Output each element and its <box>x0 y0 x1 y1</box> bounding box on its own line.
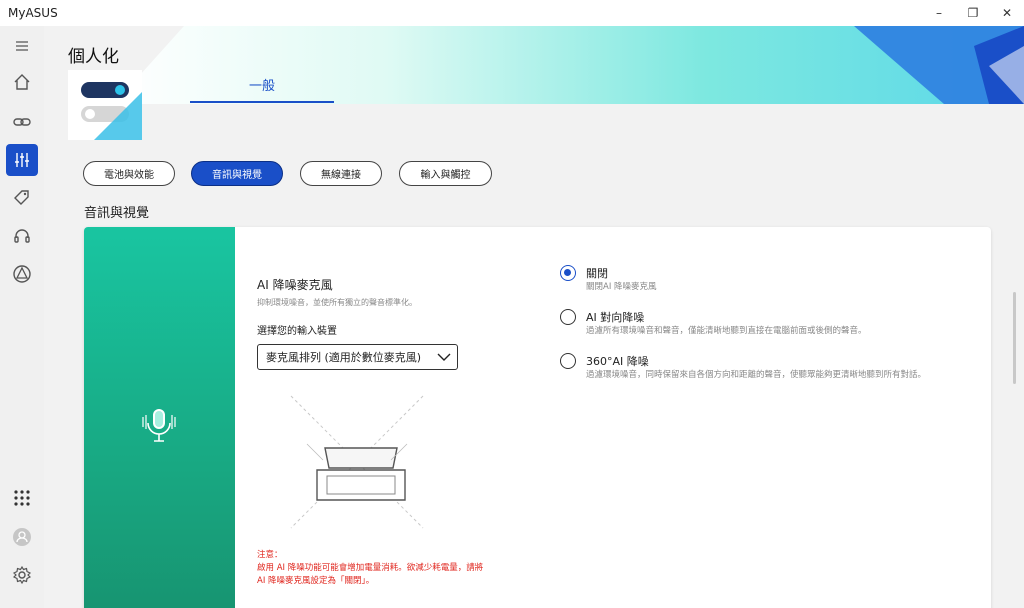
triangle-logo-icon <box>13 265 31 283</box>
category-wireless[interactable]: 無線連接 <box>300 161 382 186</box>
page-title: 個人化 <box>68 47 119 67</box>
category-audio-visual[interactable]: 音訊與視覺 <box>191 161 283 186</box>
sidebar-item-link[interactable] <box>6 106 38 138</box>
note-heading: 注意： <box>257 550 283 560</box>
apps-grid-icon <box>14 490 30 506</box>
radio-title-directional: AI 對向降噪 <box>586 311 645 324</box>
note-line-1: 啟用 AI 降噪功能可能會增加電量消耗。欲減少耗電量，請將 <box>257 563 484 573</box>
tag-icon <box>14 190 29 205</box>
window-controls: – ❐ ✕ <box>922 0 1024 26</box>
sidebar-item-account[interactable] <box>6 521 38 553</box>
account-icon <box>13 528 31 546</box>
app-title: MyASUS <box>8 6 58 20</box>
menu-icon <box>16 41 28 51</box>
toggle-illustration <box>68 70 142 140</box>
sidebar-item-recommend[interactable] <box>6 258 38 290</box>
vertical-scrollbar[interactable] <box>1013 292 1016 384</box>
home-icon <box>14 74 30 90</box>
chevron-down-icon <box>437 353 451 361</box>
customization-icon <box>15 153 29 167</box>
input-device-label: 選擇您的輸入裝置 <box>257 326 337 337</box>
maximize-button[interactable]: ❐ <box>956 0 990 26</box>
sidebar <box>0 26 44 608</box>
microphone-icon <box>142 409 176 442</box>
note-line-2: AI 降噪麥克風設定為「關閉」。 <box>257 576 375 586</box>
settings-icon <box>12 565 32 585</box>
input-device-value: 麥克風排列 (適用於數位麥克風) <box>266 351 422 364</box>
radio-circle-directional[interactable] <box>560 309 576 325</box>
sidebar-item-support[interactable] <box>6 220 38 252</box>
feature-description: 抑制環境噪音，並使所有獨立的聲音標準化。 <box>257 298 417 307</box>
tab-general-label: 一般 <box>248 79 275 94</box>
headset-icon <box>14 229 30 243</box>
minimize-button[interactable]: – <box>922 0 956 26</box>
menu-button[interactable] <box>6 30 38 62</box>
radio-desc-off: 關閉AI 降噪麥克風 <box>586 282 657 292</box>
card-accent-strip <box>84 227 235 608</box>
laptop-noise-illustration <box>290 395 424 529</box>
link-icon <box>13 118 31 126</box>
sidebar-item-customization[interactable] <box>6 144 38 176</box>
power-warning-note: 注意： 啟用 AI 降噪功能可能會增加電量消耗。欲減少耗電量，請將 AI 降噪麥… <box>257 549 483 588</box>
sidebar-item-settings[interactable] <box>6 559 38 591</box>
radio-title-360: 360°AI 降噪 <box>586 355 649 368</box>
feature-title: AI 降噪麥克風 <box>257 278 333 292</box>
tab-general[interactable]: 一般 <box>190 75 334 103</box>
title-bar: MyASUS – ❐ ✕ <box>0 0 1024 26</box>
radio-circle-360[interactable] <box>560 353 576 369</box>
input-device-select[interactable]: 麥克風排列 (適用於數位麥克風) <box>257 344 458 370</box>
close-button[interactable]: ✕ <box>990 0 1024 26</box>
sidebar-item-deals[interactable] <box>6 182 38 214</box>
radio-title-off: 關閉 <box>586 267 608 280</box>
tab-underline <box>190 101 334 103</box>
category-battery-performance[interactable]: 電池與效能 <box>83 161 175 186</box>
section-title: 音訊與視覺 <box>84 206 150 221</box>
ai-noise-cancel-card: AI 降噪麥克風 抑制環境噪音，並使所有獨立的聲音標準化。 選擇您的輸入裝置 麥… <box>84 227 991 608</box>
radio-desc-directional: 過濾所有環境噪音和聲音，僅能清晰地聽到直接在電腦前面或後側的聲音。 <box>586 326 867 336</box>
radio-circle-off[interactable] <box>560 265 576 281</box>
main-content: 個人化 一般 電池與效能 音訊與視覺 無線連接 輸入與觸控 音訊與視覺 AI 降… <box>44 26 1024 608</box>
radio-desc-360: 過濾環境噪音，同時保留來自各個方向和距離的聲音，使聽眾能夠更清晰地聽到所有對話。 <box>586 370 927 380</box>
sidebar-item-apps[interactable] <box>6 482 38 514</box>
category-input-touch[interactable]: 輸入與觸控 <box>399 161 492 186</box>
sidebar-item-home[interactable] <box>6 66 38 98</box>
